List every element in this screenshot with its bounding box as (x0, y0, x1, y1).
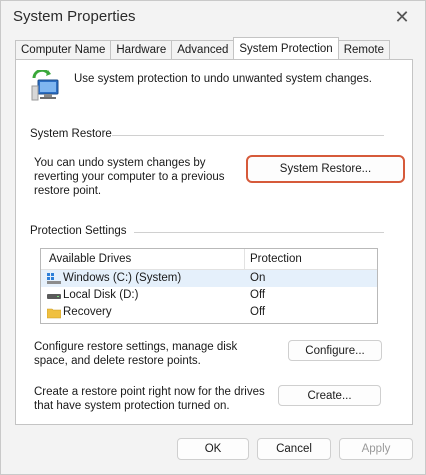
tab-advanced[interactable]: Advanced (171, 40, 235, 59)
group-divider (134, 232, 384, 233)
drives-list[interactable]: Available Drives Protection Windows (C:)… (40, 248, 378, 324)
create-description: Create a restore point right now for the… (34, 386, 265, 412)
table-row[interactable]: Local Disk (D:) Off (41, 287, 377, 304)
drives-list-header: Available Drives Protection (41, 249, 377, 270)
configure-button[interactable]: Configure... (288, 340, 382, 361)
ok-button[interactable]: OK (177, 438, 249, 460)
intro-text: Use system protection to undo unwanted s… (74, 73, 372, 85)
system-protection-icon (31, 70, 59, 101)
disk-drive-icon (47, 294, 61, 299)
apply-button[interactable]: Apply (339, 438, 413, 460)
dialog-footer: OK Cancel Apply (1, 431, 425, 474)
cancel-button[interactable]: Cancel (257, 438, 331, 460)
group-divider (112, 135, 384, 136)
window-title: System Properties (13, 8, 136, 25)
windows-drive-icon (47, 273, 61, 284)
close-icon: ✕ (394, 6, 410, 27)
title-bar: System Properties ✕ (1, 1, 425, 35)
tab-strip: Computer Name Hardware Advanced System P… (15, 37, 390, 60)
tab-remote[interactable]: Remote (337, 40, 390, 59)
drive-name: Windows (C:) (System) (63, 272, 182, 284)
drive-protection-status: Off (250, 306, 266, 318)
drive-name: Local Disk (D:) (63, 289, 139, 301)
system-restore-group-label: System Restore (30, 128, 116, 140)
table-row[interactable]: Recovery Off (41, 304, 377, 321)
system-properties-window: System Properties ✕ Computer Name Hardwa… (0, 0, 426, 475)
tab-hardware[interactable]: Hardware (110, 40, 173, 59)
configure-description: Configure restore settings, manage disk … (34, 341, 238, 367)
drive-protection-status: Off (250, 289, 266, 301)
table-row[interactable]: Windows (C:) (System) On (41, 270, 377, 287)
tab-panel: Use system protection to undo unwanted s… (15, 59, 413, 425)
column-header-available-drives[interactable]: Available Drives (49, 253, 131, 265)
column-header-protection[interactable]: Protection (250, 253, 302, 265)
close-button[interactable]: ✕ (387, 3, 417, 31)
folder-icon (47, 308, 61, 319)
tab-system-protection[interactable]: System Protection (233, 37, 339, 59)
system-restore-description: You can undo system changes by reverting… (34, 157, 225, 197)
drive-protection-status: On (250, 272, 266, 284)
tab-computer-name[interactable]: Computer Name (15, 40, 112, 59)
drive-name: Recovery (63, 306, 112, 318)
system-restore-button[interactable]: System Restore... (246, 155, 405, 183)
protection-settings-group-label: Protection Settings (30, 225, 131, 237)
column-separator (244, 249, 245, 269)
create-button[interactable]: Create... (278, 385, 381, 406)
